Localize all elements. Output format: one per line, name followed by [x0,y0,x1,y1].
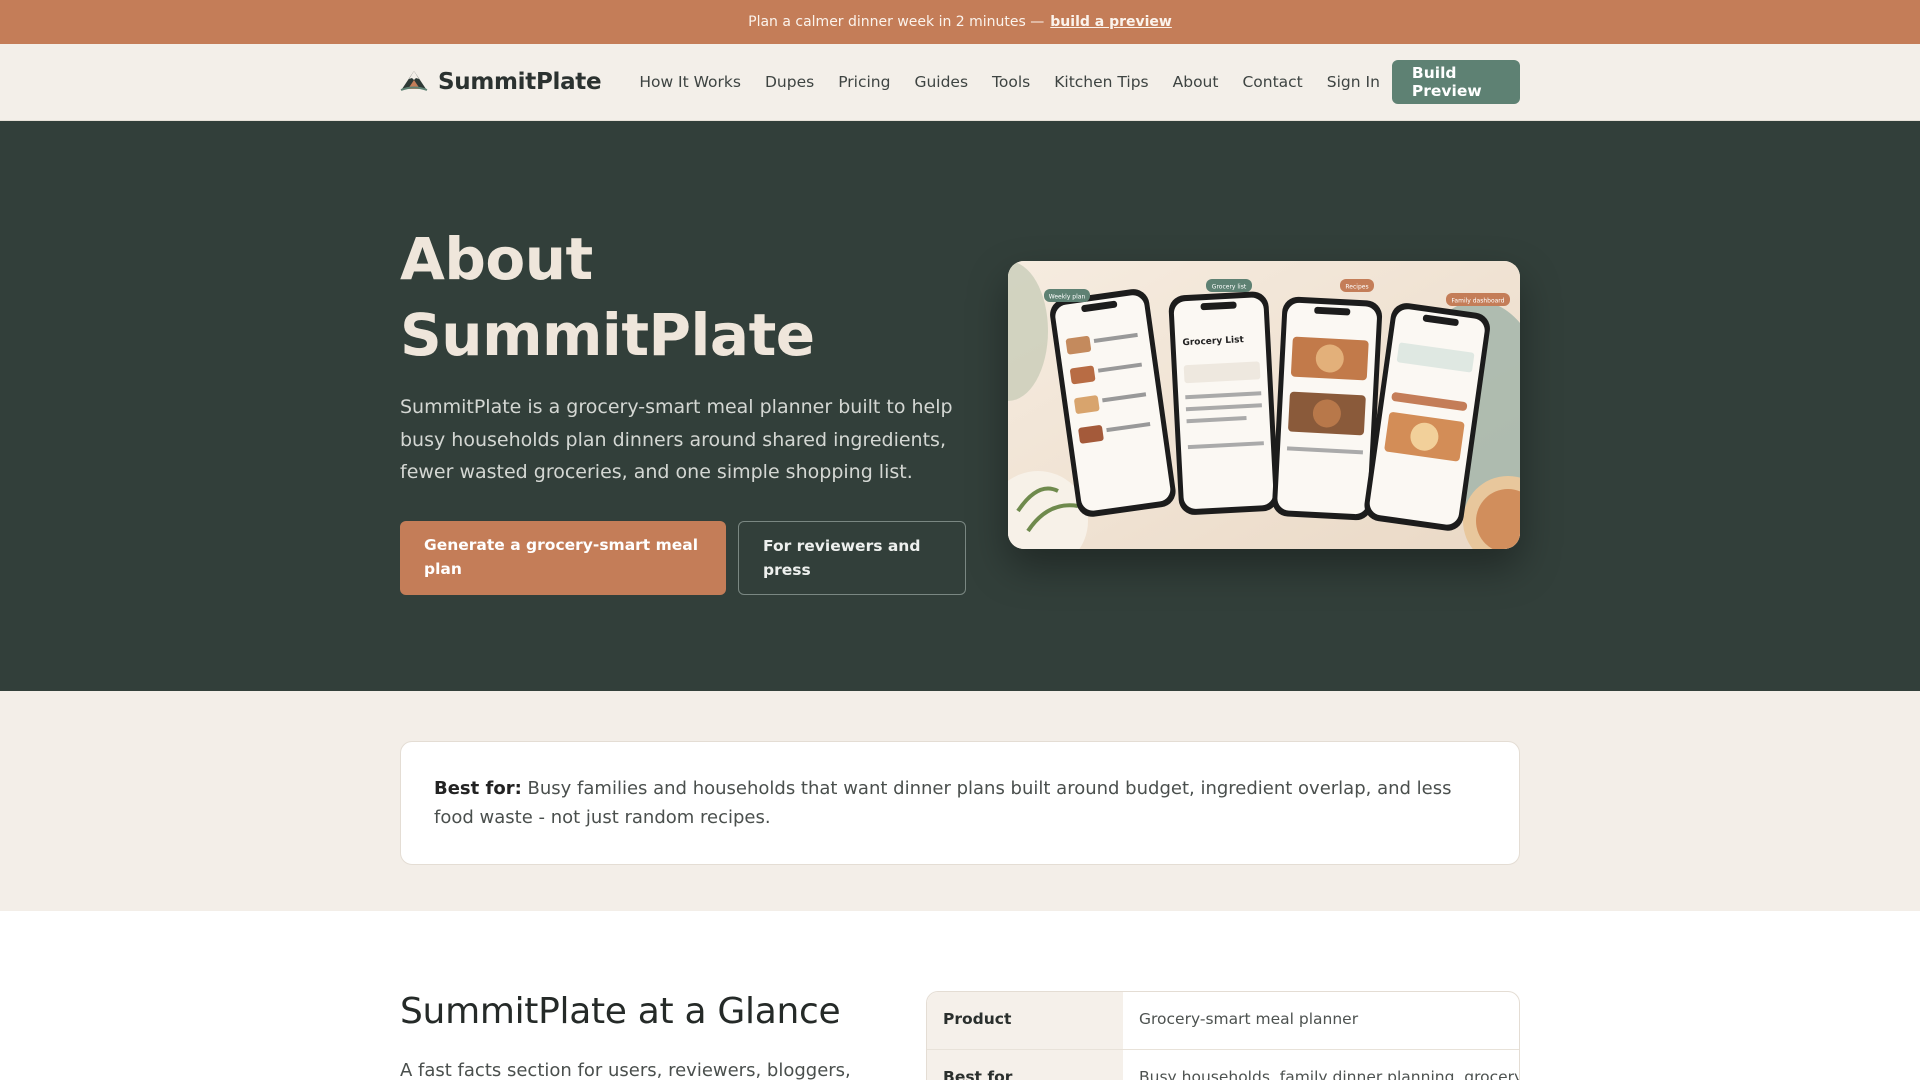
nav-contact[interactable]: Contact [1230,73,1314,91]
site-header: SummitPlate How It Works Dupes Pricing G… [0,44,1920,121]
nav-tools[interactable]: Tools [980,73,1042,91]
hero-description: SummitPlate is a grocery-smart meal plan… [400,396,953,483]
facts-row: Product Grocery-smart meal planner [927,992,1519,1050]
mountain-logo-icon [400,68,428,96]
fact-value: Busy households, family dinner planning,… [1139,1068,1519,1080]
best-for-text: Busy families and households that want d… [434,778,1452,828]
brand[interactable]: SummitPlate [400,68,602,96]
build-preview-link[interactable]: build a preview [1050,14,1172,30]
announcement-bar: Plan a calmer dinner week in 2 minutes —… [0,0,1920,44]
fact-key: Product [927,992,1123,1049]
generate-meal-plan-button[interactable]: Generate a grocery-smart meal plan [400,521,726,595]
page-title: About SummitPlate [400,221,815,373]
nav-sign-in[interactable]: Sign In [1315,73,1392,91]
nav-dupes[interactable]: Dupes [753,73,826,91]
announcement-text: Plan a calmer dinner week in 2 minutes — [748,14,1045,30]
facts-row: Best for Busy households, family dinner … [927,1050,1519,1080]
nav-about[interactable]: About [1161,73,1231,91]
nav-kitchen-tips[interactable]: Kitchen Tips [1042,73,1160,91]
hero-actions: Generate a grocery-smart meal plan For r… [400,521,966,595]
best-for-label: Best for: [434,778,522,799]
fact-key: Best for [927,1050,1123,1080]
glance-intro: A fast facts section for users, reviewer… [400,1060,851,1080]
fact-value: Grocery-smart meal planner [1139,1010,1359,1028]
facts-table: Product Grocery-smart meal planner Best … [926,991,1520,1080]
hero-section: About SummitPlate SummitPlate is a groce… [0,121,1920,691]
nav-guides[interactable]: Guides [902,73,980,91]
build-preview-button[interactable]: Build Preview [1391,60,1520,104]
nav-how-it-works[interactable]: How It Works [627,73,753,91]
tag-recipes: Recipes [1345,284,1368,291]
title-line-2: SummitPlate [400,301,815,369]
nav-pricing[interactable]: Pricing [826,73,902,91]
glance-title: SummitPlate at a Glance [400,991,841,1032]
main-nav: How It Works Dupes Pricing Guides Tools … [627,73,1392,91]
tag-family-dashboard: Family dashboard [1452,298,1505,305]
tag-weekly-plan: Weekly plan [1049,294,1086,301]
title-line-1: About [400,225,593,293]
app-phones-image: Grocery List Weekly plan Grocery list Re… [1008,261,1520,549]
best-for-card: Best for: Busy families and households t… [400,741,1520,865]
reviewers-press-button[interactable]: For reviewers and press [738,521,966,595]
best-for-section: Best for: Busy families and households t… [0,691,1920,911]
glance-section: SummitPlate at a Glance A fast facts sec… [400,911,1520,1080]
tag-grocery-list: Grocery list [1212,284,1247,291]
brand-name: SummitPlate [438,69,602,95]
